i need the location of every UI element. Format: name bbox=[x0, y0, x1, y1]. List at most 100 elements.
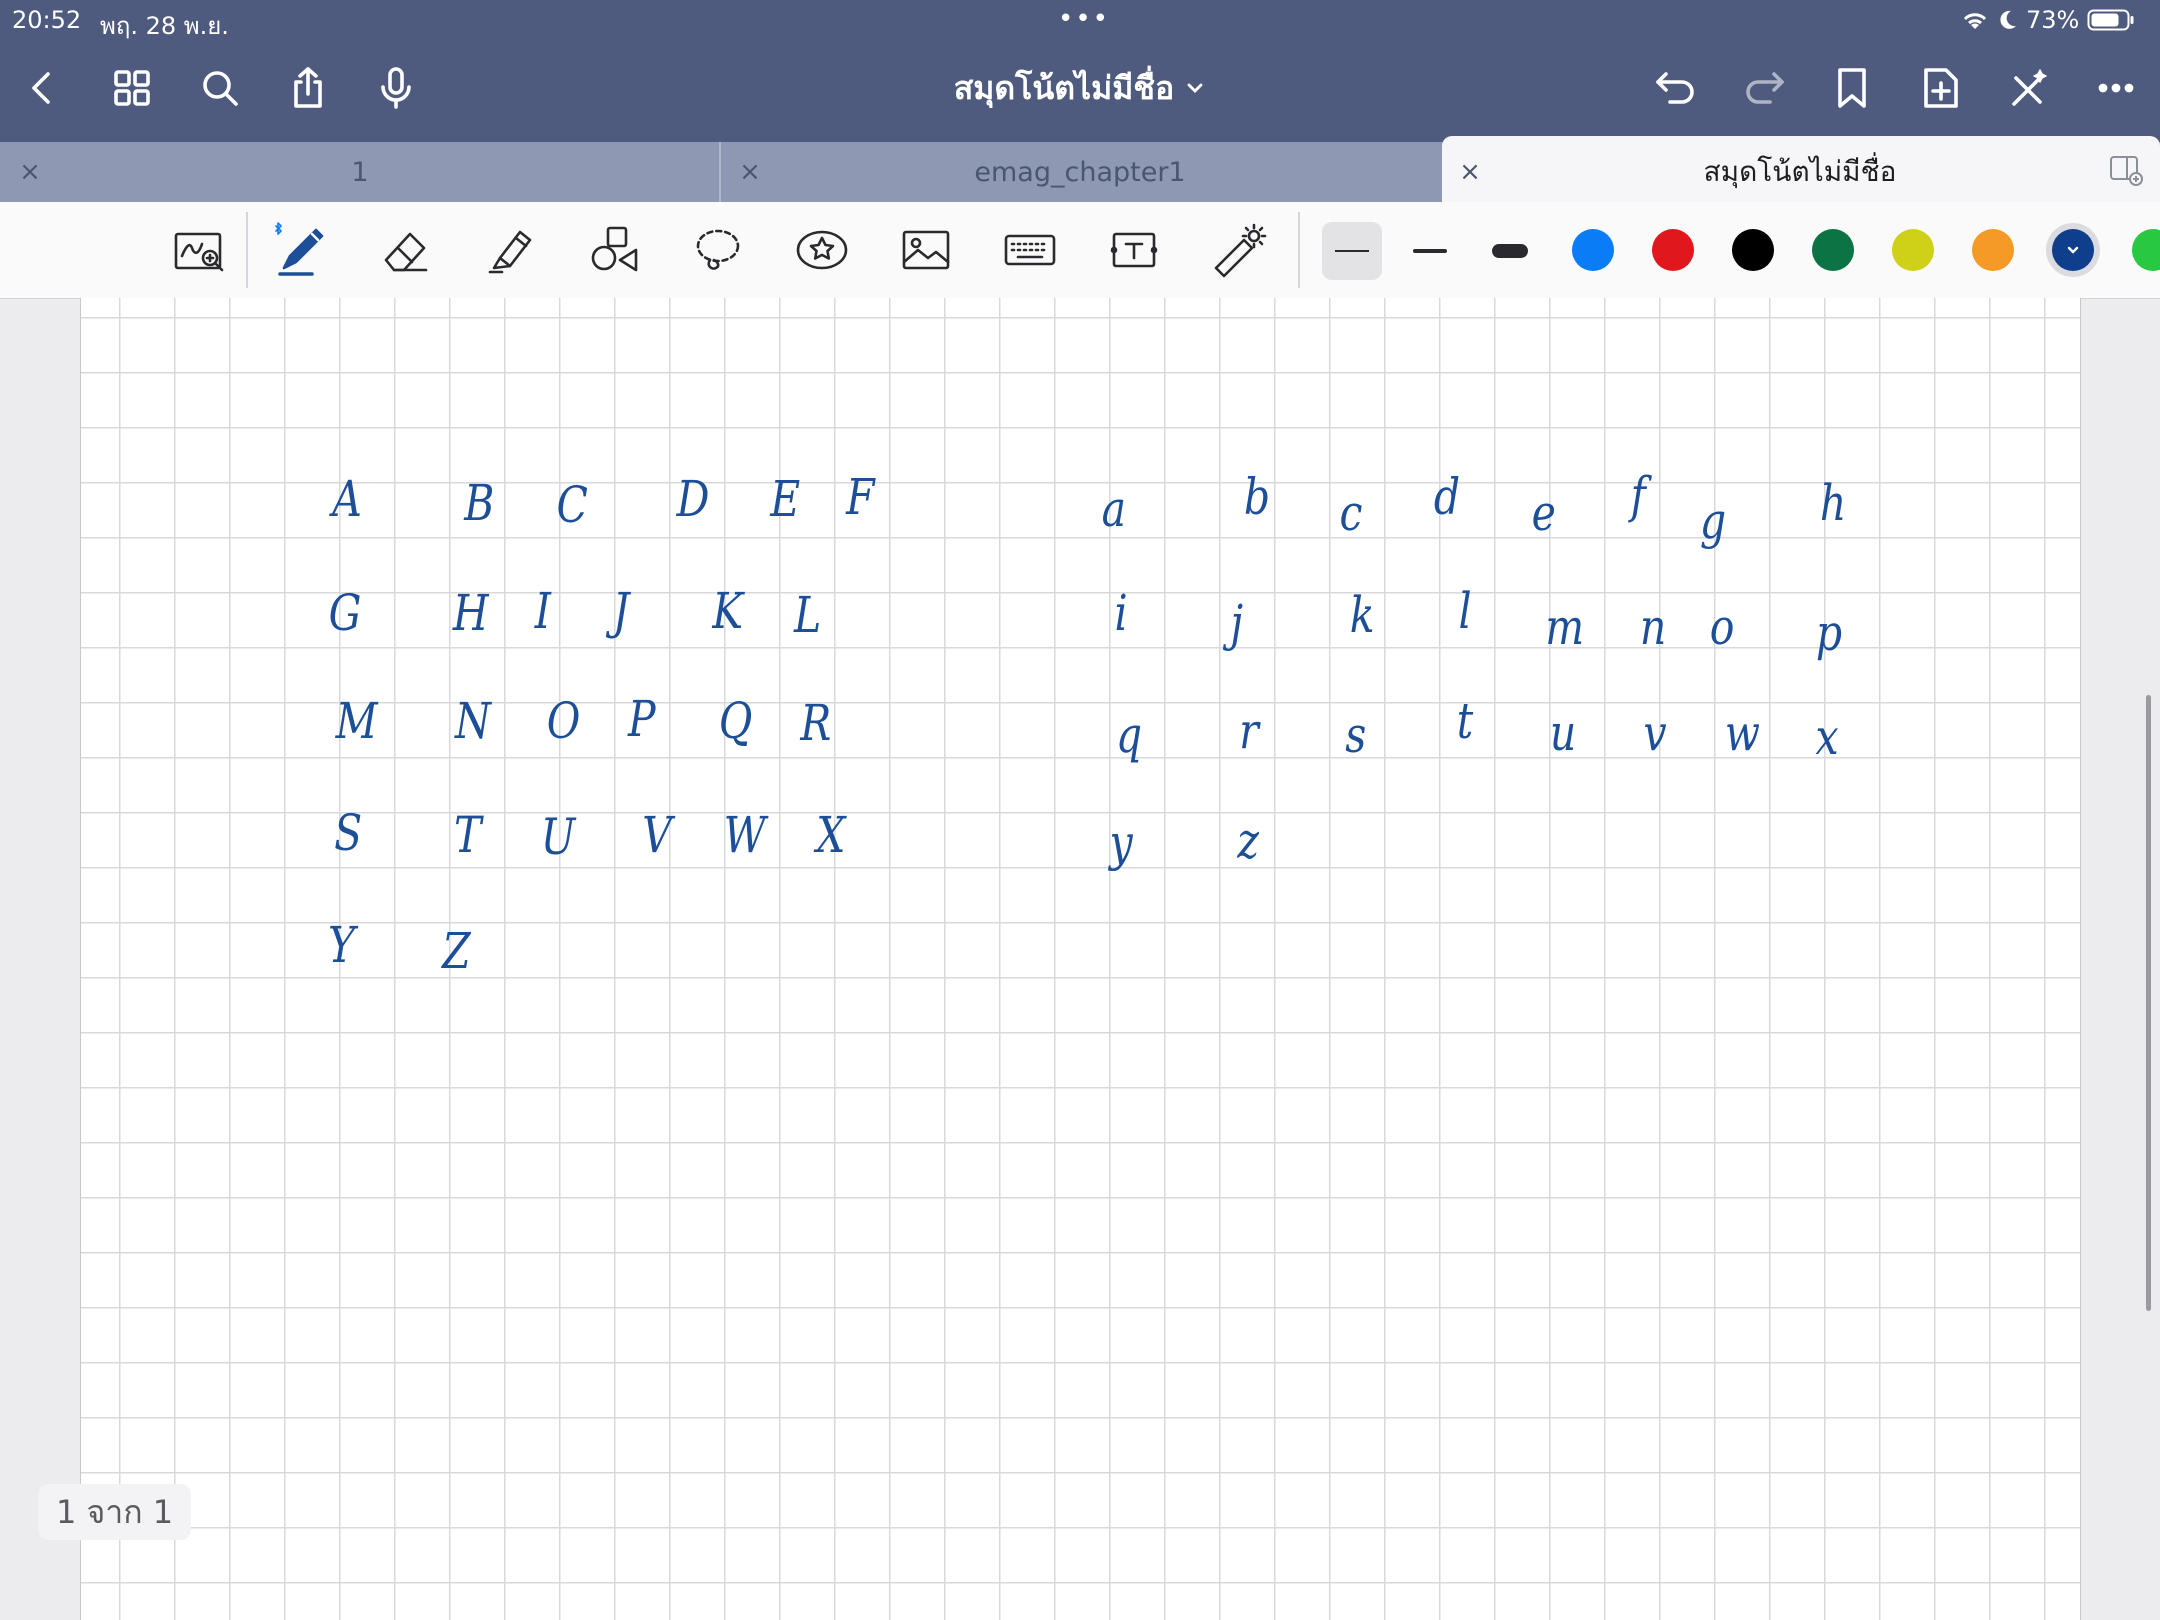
image-icon[interactable] bbox=[886, 210, 966, 290]
handwritten-letter: E bbox=[770, 470, 801, 528]
status-time: 20:52 bbox=[12, 6, 82, 34]
color-swatch-yellow[interactable] bbox=[1892, 229, 1934, 271]
handwritten-letter: t bbox=[1456, 692, 1474, 750]
redo-icon[interactable] bbox=[1738, 62, 1790, 114]
handwritten-letter: l bbox=[1458, 582, 1472, 640]
handwritten-letter: w bbox=[1724, 704, 1760, 762]
handwritten-letter: N bbox=[454, 692, 491, 750]
handwritten-letter: f bbox=[1630, 466, 1646, 524]
close-tab-icon[interactable]: × bbox=[1450, 142, 1490, 202]
stroke-width-medium[interactable] bbox=[1400, 222, 1460, 280]
keyboard-icon[interactable] bbox=[990, 210, 1070, 290]
handwritten-letter: D bbox=[676, 470, 710, 528]
more-icon[interactable] bbox=[2090, 62, 2142, 114]
handwritten-letter: F bbox=[846, 468, 875, 526]
lasso-icon[interactable] bbox=[678, 210, 758, 290]
handwritten-letter: b bbox=[1243, 468, 1271, 526]
color-swatch-navy[interactable] bbox=[2052, 229, 2094, 271]
stickers-icon[interactable] bbox=[782, 210, 862, 290]
handwritten-letter: R bbox=[800, 694, 832, 752]
battery-icon bbox=[2087, 9, 2134, 31]
status-date: พฤ. 28 พ.ย. bbox=[100, 12, 229, 40]
chevron-down-icon bbox=[1187, 83, 1203, 93]
handwritten-letter: i bbox=[1114, 584, 1128, 642]
handwritten-letter: m bbox=[1545, 598, 1585, 656]
bookmark-icon[interactable] bbox=[1826, 62, 1878, 114]
shapes-icon[interactable] bbox=[574, 210, 654, 290]
handwritten-letter: z bbox=[1237, 812, 1259, 870]
handwritten-letter: U bbox=[540, 808, 576, 866]
handwritten-letter: O bbox=[546, 692, 581, 750]
handwritten-letter: M bbox=[335, 692, 378, 750]
handwritten-letter: S bbox=[334, 804, 363, 862]
tab-1[interactable]: 1 bbox=[60, 142, 660, 202]
zoom-window-icon[interactable] bbox=[160, 210, 240, 290]
document-title: สมุดโน้ตไม่มีชื่อ bbox=[953, 68, 1175, 107]
handwritten-letter: e bbox=[1531, 484, 1556, 542]
stroke-width-thick[interactable] bbox=[1480, 222, 1540, 280]
chevron-down-icon bbox=[2067, 246, 2079, 254]
handwritten-letter: r bbox=[1239, 702, 1259, 760]
handwritten-letter: g bbox=[1699, 492, 1727, 550]
handwritten-letter: h bbox=[1819, 474, 1847, 532]
laser-pointer-icon[interactable] bbox=[1198, 210, 1278, 290]
microphone-icon[interactable] bbox=[370, 62, 422, 114]
handwritten-letter: c bbox=[1339, 484, 1363, 542]
thumbnails-icon[interactable] bbox=[106, 62, 158, 114]
undo-icon[interactable] bbox=[1650, 62, 1702, 114]
handwritten-letter: C bbox=[556, 476, 588, 534]
handwritten-letter: H bbox=[452, 584, 489, 642]
handwritten-letter: q bbox=[1115, 706, 1143, 764]
vertical-scrollbar[interactable] bbox=[2146, 695, 2151, 1311]
document-title-menu[interactable]: สมุดโน้ตไม่มีชื่อ bbox=[800, 62, 1360, 114]
toolbar-separator bbox=[246, 212, 248, 288]
eraser-icon[interactable] bbox=[366, 210, 446, 290]
color-swatch-orange[interactable] bbox=[1972, 229, 2014, 271]
handwritten-letter: k bbox=[1349, 586, 1375, 644]
handwritten-letter: P bbox=[628, 690, 656, 748]
pen-icon[interactable] bbox=[262, 210, 342, 290]
handwritten-letter: J bbox=[612, 582, 630, 640]
color-swatch-red[interactable] bbox=[1652, 229, 1694, 271]
close-tab-icon[interactable]: × bbox=[10, 142, 50, 202]
handwritten-letter: I bbox=[534, 582, 551, 640]
handwritten-letter: G bbox=[328, 584, 362, 642]
split-view-icon[interactable] bbox=[2108, 152, 2144, 188]
handwritten-letter: Y bbox=[327, 916, 356, 974]
toolbar-separator bbox=[1298, 212, 1300, 288]
handwritten-letter: B bbox=[464, 474, 495, 532]
multitasking-indicator[interactable]: ••• bbox=[1058, 4, 1110, 34]
handwritten-letter: V bbox=[642, 806, 672, 864]
search-icon[interactable] bbox=[194, 62, 246, 114]
color-swatch-black[interactable] bbox=[1732, 229, 1774, 271]
handwritten-letter: u bbox=[1549, 704, 1577, 762]
handwritten-letter: d bbox=[1433, 468, 1461, 526]
highlighter-icon[interactable] bbox=[470, 210, 550, 290]
close-toolbar-icon[interactable] bbox=[2002, 62, 2054, 114]
handwritten-letter: W bbox=[723, 806, 766, 864]
text-box-icon[interactable] bbox=[1094, 210, 1174, 290]
battery-percent: 73% bbox=[2026, 6, 2080, 34]
handwritten-letter: A bbox=[332, 470, 362, 528]
color-swatch-green[interactable] bbox=[1812, 229, 1854, 271]
share-icon[interactable] bbox=[282, 62, 334, 114]
handwritten-letter: s bbox=[1345, 706, 1367, 764]
handwritten-letter: j bbox=[1230, 594, 1244, 652]
handwritten-letter: o bbox=[1709, 598, 1735, 656]
tab-emag-chapter1[interactable]: emag_chapter1 bbox=[780, 142, 1380, 202]
handwritten-letter: T bbox=[454, 806, 482, 864]
wifi-icon bbox=[1963, 13, 1987, 29]
back-icon[interactable] bbox=[16, 62, 68, 114]
handwritten-letter: y bbox=[1109, 814, 1133, 872]
handwritten-letter: n bbox=[1639, 598, 1667, 656]
notebook-page[interactable]: A B C D E F G H I J K L M N O P Q R S T … bbox=[80, 298, 2081, 1620]
handwritten-letter: Q bbox=[718, 692, 753, 750]
handwritten-letter: Z bbox=[442, 922, 471, 980]
tab-divider bbox=[719, 142, 721, 202]
handwritten-letter: v bbox=[1643, 704, 1667, 762]
page-counter[interactable]: 1 จาก 1 bbox=[38, 1484, 192, 1540]
stroke-width-thin[interactable] bbox=[1322, 222, 1382, 280]
color-swatch-blue[interactable] bbox=[1572, 229, 1614, 271]
close-tab-icon[interactable]: × bbox=[730, 142, 770, 202]
add-page-icon[interactable] bbox=[1914, 62, 1966, 114]
